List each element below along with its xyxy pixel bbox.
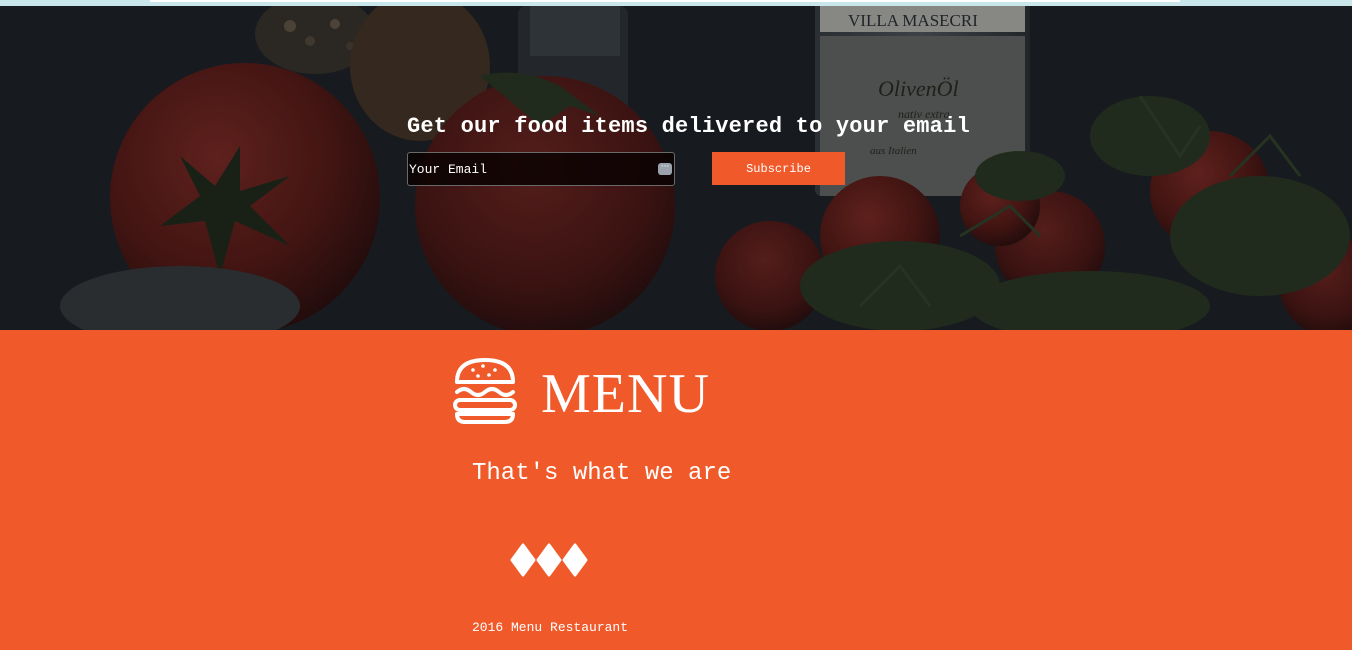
- newsletter-hero: VILLA MASECRI OlivenÖl nativ extra aus I…: [0, 6, 1352, 330]
- burger-icon: [453, 358, 517, 424]
- tagline: That's what we are: [472, 460, 732, 487]
- page: VILLA MASECRI OlivenÖl nativ extra aus I…: [0, 0, 1352, 650]
- footer-copyright: 2016 Menu Restaurant: [472, 620, 629, 635]
- diamonds-icon: [510, 543, 588, 577]
- email-field-wrapper: ···: [407, 152, 675, 186]
- top-strip-bar: [150, 0, 1180, 2]
- email-input[interactable]: [408, 153, 649, 185]
- newsletter-headline: Get our food items delivered to your ema…: [407, 114, 970, 139]
- ellipsis-icon[interactable]: ···: [658, 163, 672, 175]
- brand-name: MENU: [541, 363, 710, 425]
- food-background-image: VILLA MASECRI OlivenÖl nativ extra aus I…: [0, 6, 1352, 330]
- menu-footer-section: MENU That's what we are 2016 Menu Restau…: [0, 330, 1352, 650]
- subscribe-button[interactable]: Subscribe: [712, 152, 845, 185]
